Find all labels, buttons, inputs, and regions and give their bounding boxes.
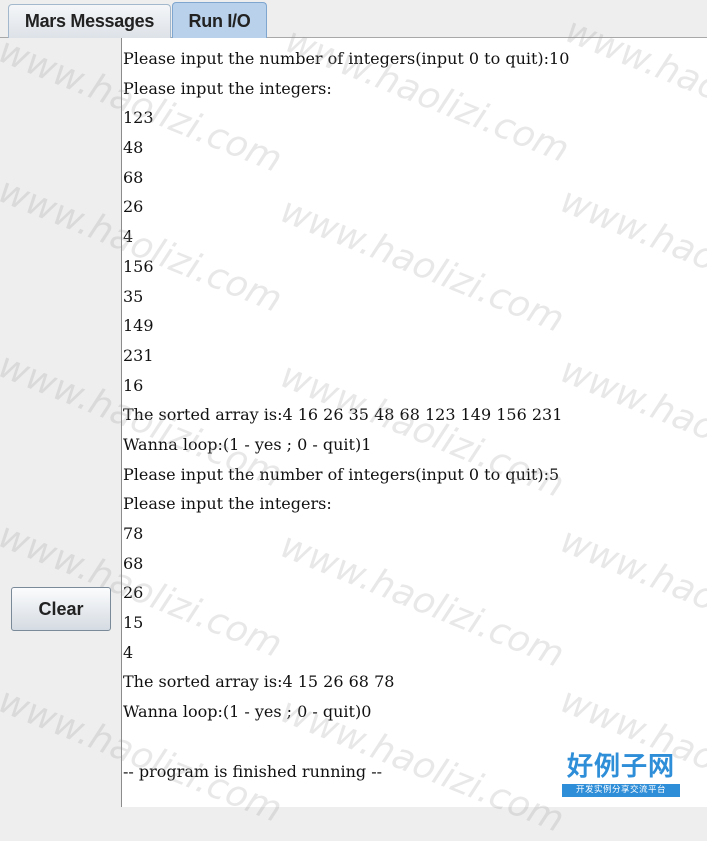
console-line: Please input the number of integers(inpu… [123, 464, 560, 484]
console-line: 4 [123, 227, 134, 247]
clear-button[interactable]: Clear [11, 587, 111, 631]
console-line: 16 [123, 375, 144, 395]
console-output: Please input the number of integers(inpu… [123, 44, 569, 786]
console-line: 68 [123, 553, 144, 573]
console-line: 4 [123, 642, 134, 662]
tab-mars-messages[interactable]: Mars Messages [8, 4, 171, 38]
console-line: The sorted array is:4 16 26 35 48 68 123… [123, 405, 563, 425]
console-line: 231 [123, 345, 154, 365]
console-line: The sorted array is:4 15 26 68 78 [123, 672, 395, 692]
site-logo: 好例子网 开发实例分享交流平台 [562, 752, 680, 804]
console-line: 48 [123, 138, 144, 158]
run-io-console[interactable]: Please input the number of integers(inpu… [121, 38, 707, 807]
console-line: 15 [123, 613, 144, 633]
logo-subtitle: 开发实例分享交流平台 [562, 784, 680, 797]
console-line: 35 [123, 286, 144, 306]
console-line: 26 [123, 583, 144, 603]
console-line: 26 [123, 197, 144, 217]
console-line: Please input the number of integers(inpu… [123, 49, 570, 68]
console-finish-line: -- program is finished running -- [123, 761, 383, 781]
console-line: 123 [123, 108, 154, 128]
console-line: Please input the integers: [123, 494, 332, 514]
tab-run-io[interactable]: Run I/O [172, 2, 267, 39]
console-line: Wanna loop:(1 - yes ; 0 - quit)0 [123, 702, 372, 722]
console-line: Wanna loop:(1 - yes ; 0 - quit)1 [123, 434, 372, 454]
console-line: 68 [123, 167, 144, 187]
run-io-side-panel: Clear [0, 38, 120, 807]
console-line: Please input the integers: [123, 78, 332, 98]
console-line: 78 [123, 524, 144, 543]
tab-bar: Mars Messages Run I/O [0, 0, 707, 39]
console-line: 156 [123, 256, 154, 276]
console-line: 149 [123, 316, 154, 336]
logo-title: 好例子网 [566, 752, 675, 782]
